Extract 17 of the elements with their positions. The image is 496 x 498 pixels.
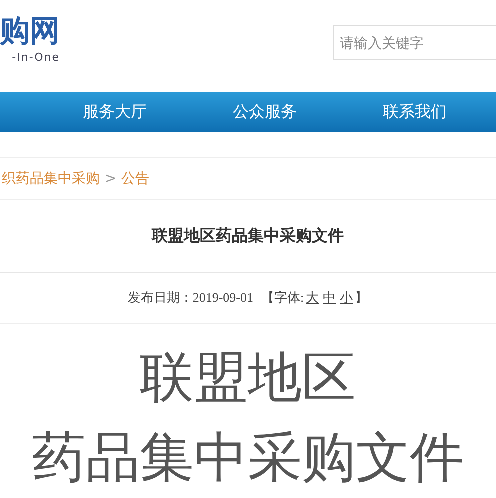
font-size-link[interactable]: 小 [340,289,354,308]
nav-item[interactable]: 服务大厅 [40,92,190,132]
nav-item[interactable]: 联系我们 [340,92,490,132]
font-size-link[interactable]: 中 [323,289,336,308]
search-field[interactable]: 请输入关键字 [333,25,496,60]
nav-item[interactable]: 公众服务 [190,92,340,132]
body-heading: 药品集中采购文件 [32,424,464,491]
bracket-close: 】 [355,289,368,308]
body-heading: 联盟地区 [140,344,356,411]
breadcrumb-separator: > [105,170,117,187]
breadcrumb-link[interactable]: 织药品集中采购 [2,170,100,188]
publish-date: 发布日期：2019-09-01 [128,289,254,308]
logo-subtitle: -In-One [12,51,60,64]
font-size-label: 【字体: [262,289,304,308]
font-size-link[interactable]: 大 [306,289,320,308]
breadcrumb-link[interactable]: 公告 [122,170,150,188]
article-title: 联盟地区药品集中采购文件 [0,200,496,274]
